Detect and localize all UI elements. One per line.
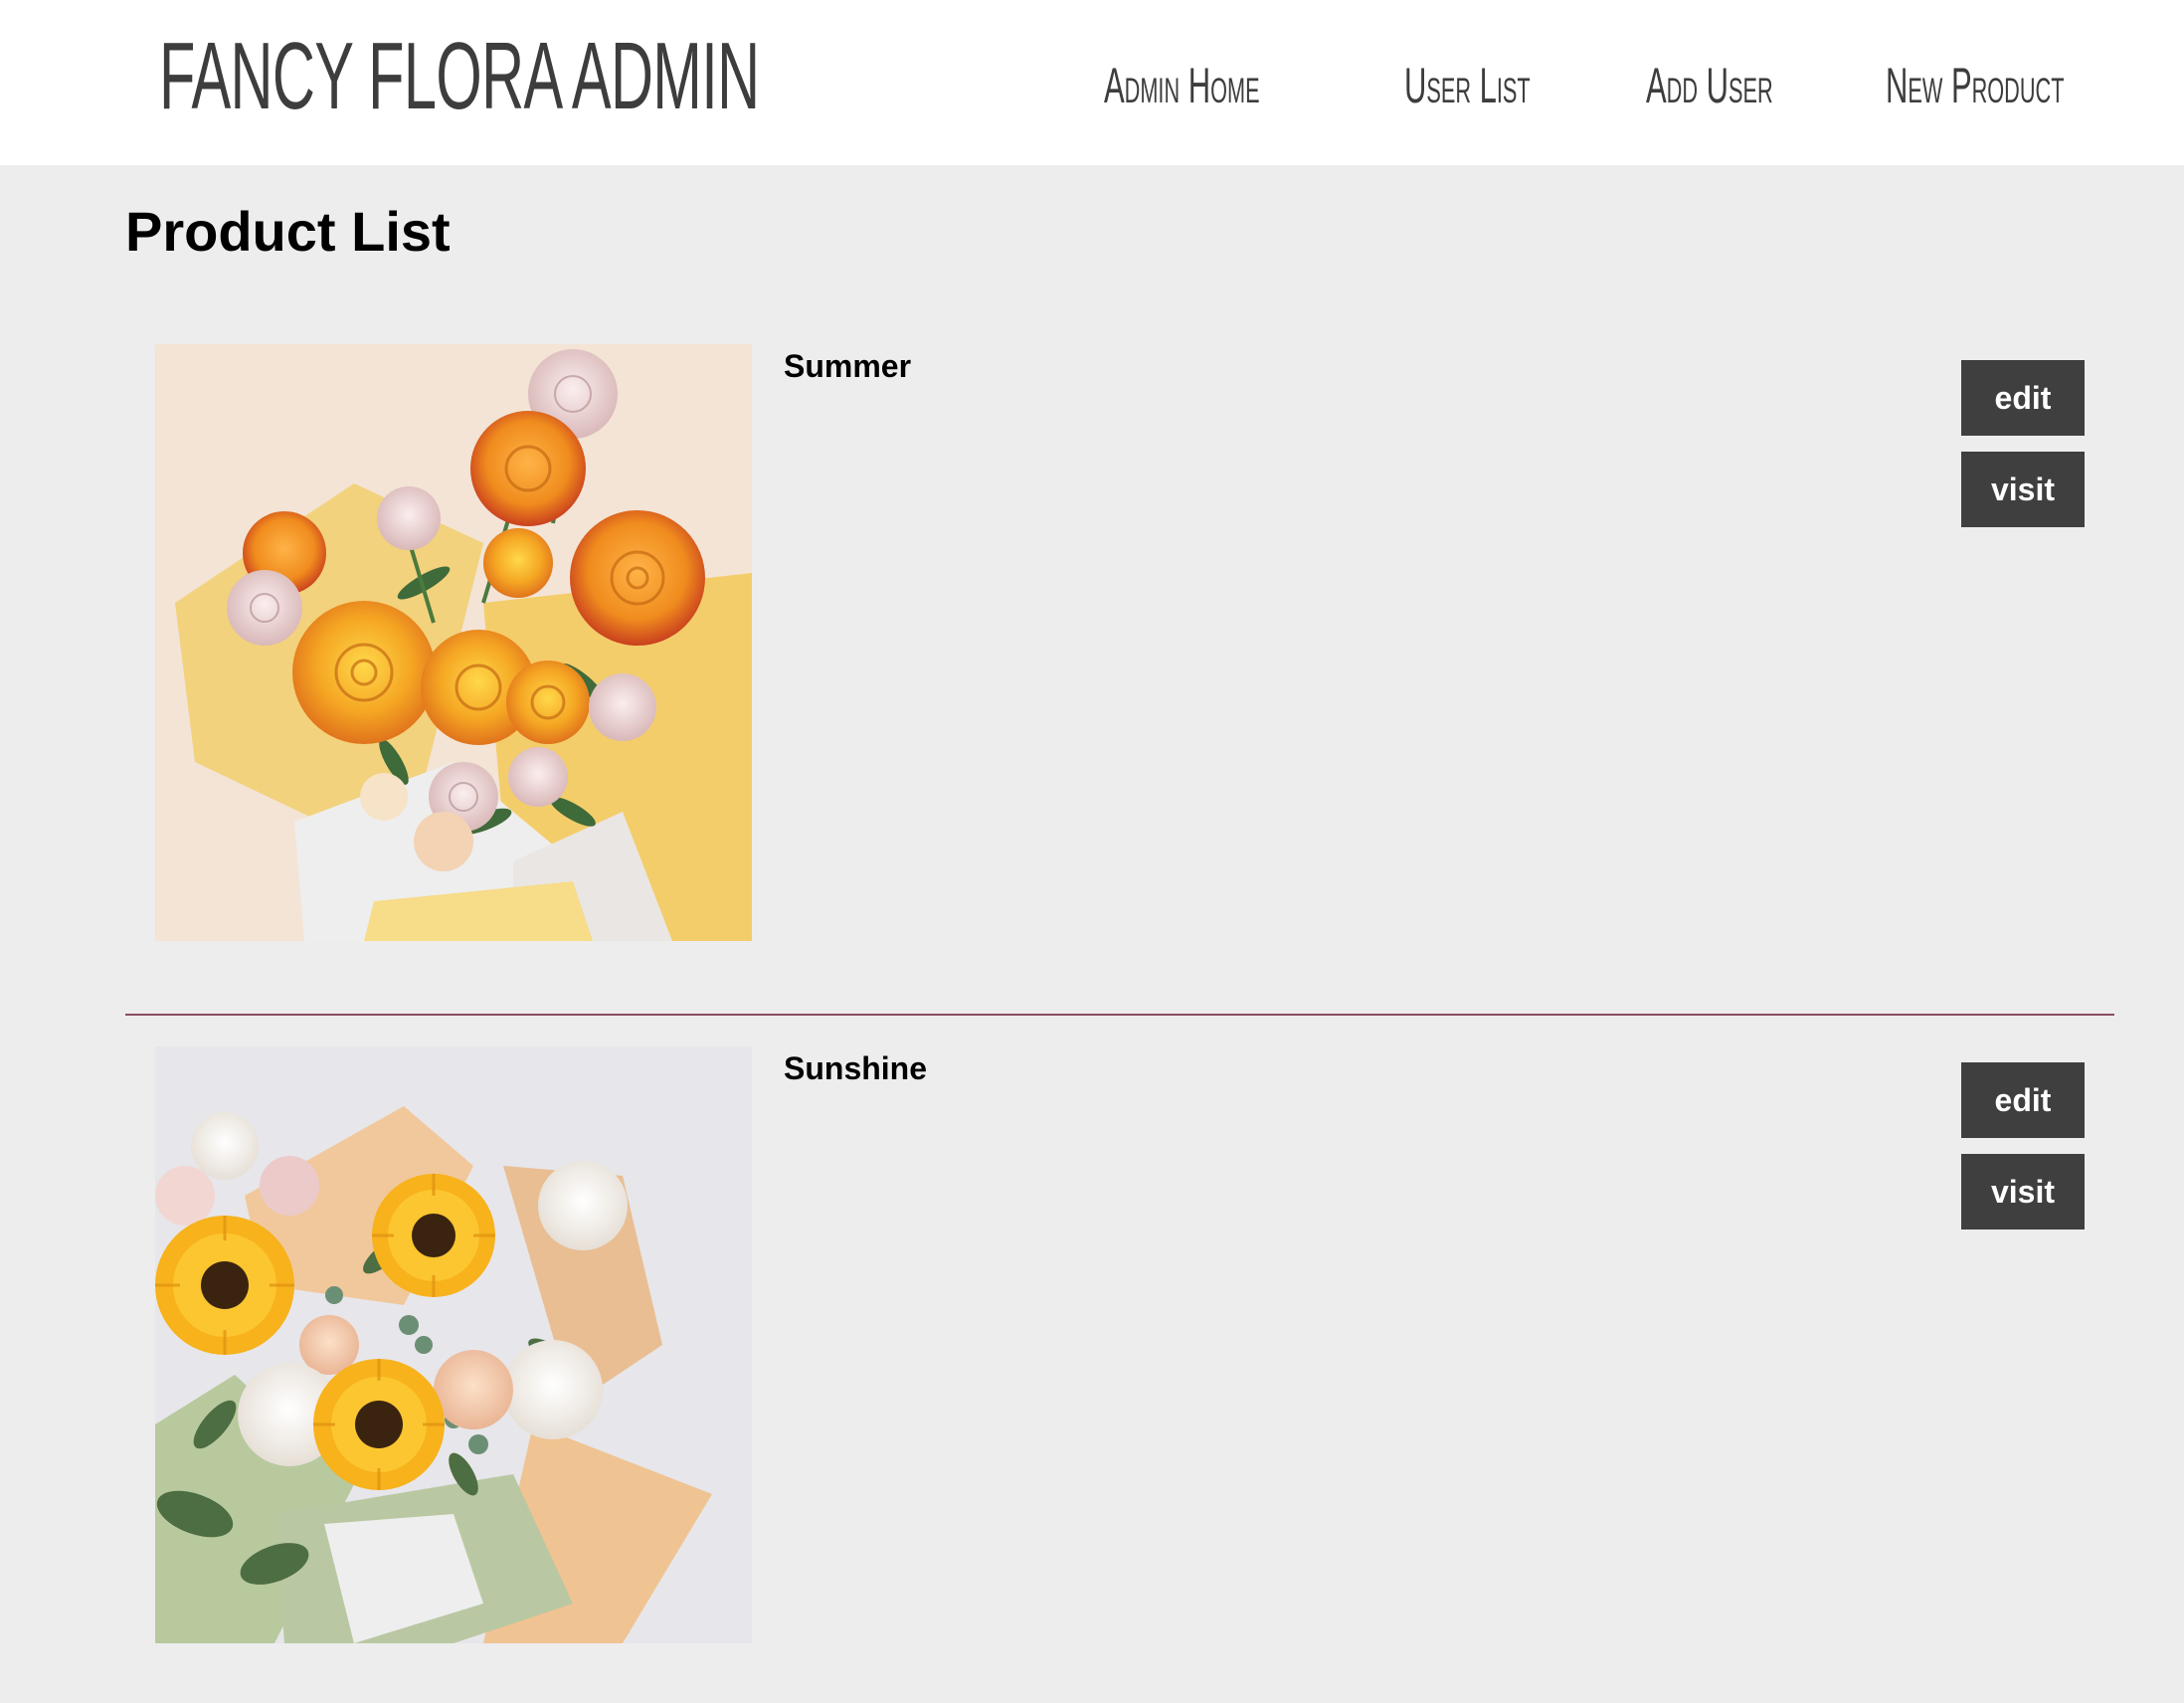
nav-add-user[interactable]: Add User (1646, 56, 1773, 115)
edit-button[interactable]: edit (1961, 1062, 2085, 1138)
nav-new-product[interactable]: New Product (1886, 56, 2064, 115)
sunflower-bouquet-image (155, 1046, 752, 1643)
nav-user-list[interactable]: User List (1404, 56, 1531, 115)
page-title: Product List (125, 200, 451, 263)
product-image (155, 1046, 752, 1643)
visit-button[interactable]: visit (1961, 452, 2085, 527)
product-name: Sunshine (784, 1050, 928, 1086)
visit-button[interactable]: visit (1961, 1154, 2085, 1230)
edit-button[interactable]: edit (1961, 360, 2085, 436)
nav-admin-home[interactable]: Admin Home (1104, 56, 1260, 115)
product-image (155, 344, 752, 941)
product-name: Summer (784, 348, 912, 384)
product-divider (125, 1014, 2114, 1016)
yellow-roses-bouquet-image (155, 344, 752, 941)
site-header: FANCY FLORA ADMIN Admin Home User List A… (0, 0, 2184, 165)
brand-logo[interactable]: FANCY FLORA ADMIN (159, 22, 760, 131)
